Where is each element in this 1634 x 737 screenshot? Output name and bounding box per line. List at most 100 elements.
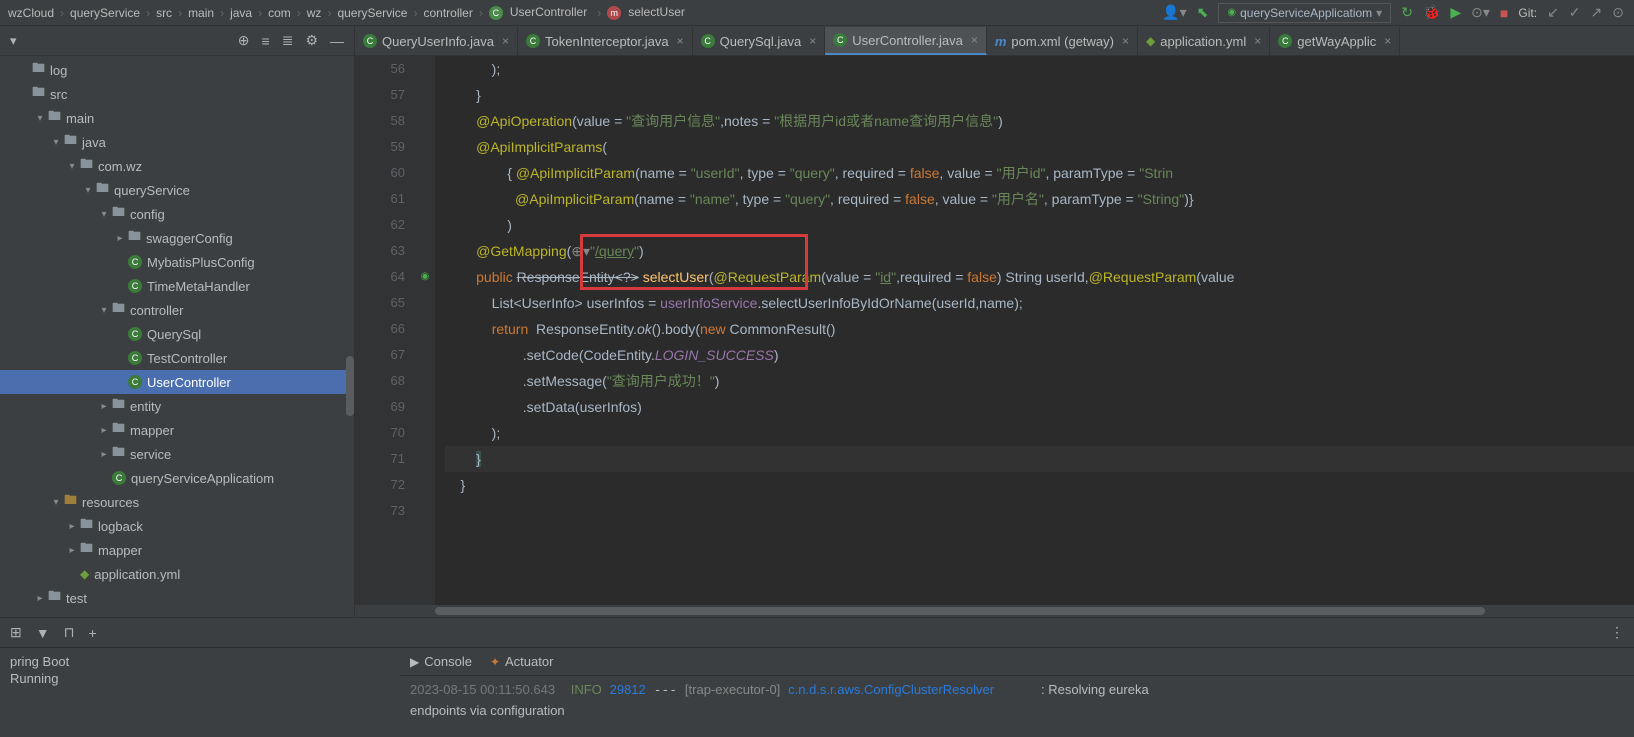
breadcrumb-item[interactable]: mselectUser [603,5,693,20]
close-icon[interactable]: × [1384,34,1391,48]
tree-item-controller[interactable]: ▾🖿controller [0,298,354,322]
console-tab[interactable]: ▶Console [410,654,472,669]
breadcrumb-item[interactable]: com [264,6,295,20]
tree-item-config[interactable]: ▾🖿config [0,202,354,226]
tree-item-application-yml[interactable]: ◆application.yml [0,562,354,586]
debug-button[interactable]: 🐞 [1423,4,1440,21]
tree-item-mybatisplusconfig[interactable]: CMybatisPlusConfig [0,250,354,274]
profile-button[interactable]: ⊙▾ [1471,4,1490,21]
tree-arrow[interactable]: ▸ [96,449,112,460]
project-dropdown[interactable]: ▾ [10,33,17,49]
tree-item-usercontroller[interactable]: CUserController [0,370,354,394]
actuator-tab[interactable]: ✦Actuator [490,654,553,669]
git-update-icon[interactable]: ↙ [1547,4,1559,21]
tree-item-service[interactable]: ▸🖿service [0,442,354,466]
tree-item-swaggerconfig[interactable]: ▸🖿swaggerConfig [0,226,354,250]
add-icon[interactable]: + [89,625,97,641]
git-commit-icon[interactable]: ✓ [1569,4,1581,21]
tab-application-yml[interactable]: ◆application.yml× [1138,27,1270,55]
tab-querysql-java[interactable]: CQuerySql.java× [693,27,826,55]
breadcrumb-item[interactable]: wz [303,6,326,20]
close-icon[interactable]: × [1122,34,1129,48]
stop-button[interactable]: ■ [1500,5,1508,21]
tree-item-querysql[interactable]: CQuerySql [0,322,354,346]
close-icon[interactable]: × [971,33,978,47]
breadcrumb-item[interactable]: queryService [333,6,411,20]
collapse-icon[interactable]: ≣ [282,32,294,49]
user-icon[interactable]: 👤▾ [1162,4,1186,21]
tree-arrow[interactable]: ▾ [96,209,112,220]
breadcrumb-item[interactable]: CUserController [485,5,595,20]
tree-arrow[interactable]: ▸ [96,401,112,412]
breadcrumb[interactable]: wzCloud› queryService› src› main› java› … [0,5,693,20]
git-push-icon[interactable]: ↗ [1591,4,1603,21]
hammer-icon[interactable]: ⬉ [1197,4,1209,21]
tree-item-queryserviceapplicatiom[interactable]: CqueryServiceApplicatiom [0,466,354,490]
breadcrumb-item[interactable]: controller [419,6,476,20]
tree-item-java[interactable]: ▾🖿java [0,130,354,154]
filter-icon[interactable]: ▼ [36,625,50,641]
tree-item-resources[interactable]: ▾🖿resources [0,490,354,514]
tree-item-src[interactable]: 🖿src [0,82,354,106]
project-tree[interactable]: 🖿log🖿src▾🖿main▾🖿java▾🖿com.wz▾🖿queryServi… [0,56,354,617]
code-editor[interactable]: 565758596061626364656667686970717273 ◉ )… [355,56,1634,605]
close-icon[interactable]: × [1254,34,1261,48]
services-panel[interactable]: pring Boot Running [0,648,400,737]
tree-arrow[interactable]: ▾ [96,305,112,316]
breadcrumb-item[interactable]: main [184,6,218,20]
tree-item-logback[interactable]: ▸🖿logback [0,514,354,538]
expand-icon[interactable]: ≡ [262,33,270,49]
run-button[interactable]: ↻ [1401,4,1413,21]
tree-arrow[interactable]: ▾ [48,137,64,148]
code-content[interactable]: ); } @ApiOperation(value = "查询用户信息",note… [435,56,1634,605]
tree-arrow[interactable]: ▾ [80,185,96,196]
git-history-icon[interactable]: ⊙ [1612,4,1624,21]
tree-arrow[interactable]: ▸ [96,425,112,436]
tree-item-queryservice[interactable]: ▾🖿queryService [0,178,354,202]
tab-queryuserinfo-java[interactable]: CQueryUserInfo.java× [355,27,518,55]
close-icon[interactable]: × [502,34,509,48]
tree-label: swaggerConfig [146,231,233,246]
breadcrumb-item[interactable]: src [152,6,176,20]
tree-arrow[interactable]: ▸ [112,233,128,244]
tree-label: MybatisPlusConfig [147,255,255,270]
tree-item-log[interactable]: 🖿log [0,58,354,82]
console-output[interactable]: 2023-08-15 00:11:50.643 INFO 29812 --- [… [400,676,1634,726]
layout-icon[interactable]: ⊞ [10,624,22,641]
tree-arrow[interactable]: ▾ [48,497,64,508]
tab-getwayapplic[interactable]: CgetWayApplic× [1270,27,1400,55]
close-icon[interactable]: × [809,34,816,48]
run-config-dropdown[interactable]: ◉ queryServiceApplicatiom ▾ [1218,3,1391,23]
breadcrumb-item[interactable]: queryService [66,6,144,20]
select-opened-icon[interactable]: ⊕ [238,32,250,49]
tree-item-mapper[interactable]: ▸🖿mapper [0,418,354,442]
tree-arrow[interactable]: ▾ [64,161,80,172]
settings-icon[interactable]: ⚙ [305,32,318,49]
tree-scrollbar[interactable] [346,356,354,416]
tree-arrow[interactable]: ▾ [32,113,48,124]
hide-icon[interactable]: — [330,33,344,49]
class-icon: C [701,34,715,48]
tab-pom-xml-getway-[interactable]: mpom.xml (getway)× [987,27,1138,55]
breadcrumb-item[interactable]: wzCloud [4,6,58,20]
tree-item-entity[interactable]: ▸🖿entity [0,394,354,418]
tree-item-timemetahandler[interactable]: CTimeMetaHandler [0,274,354,298]
tree-arrow[interactable]: ▸ [32,593,48,604]
tree-arrow[interactable]: ▸ [64,545,80,556]
tree-item-mapper[interactable]: ▸🖿mapper [0,538,354,562]
gutter-run-icon[interactable]: ◉ [421,271,430,282]
tab-usercontroller-java[interactable]: CUserController.java× [825,27,987,55]
breadcrumb-item[interactable]: java [226,6,256,20]
tree-item-testcontroller[interactable]: CTestController [0,346,354,370]
tree-arrow[interactable]: ▸ [64,521,80,532]
coverage-button[interactable]: ▶ [1450,4,1461,21]
editor-scrollbar-h[interactable] [355,605,1634,617]
tree-item-test[interactable]: ▸🖿test [0,586,354,610]
tab-tokeninterceptor-java[interactable]: CTokenInterceptor.java× [518,27,693,55]
bookmark-icon[interactable]: ⊓ [64,624,75,641]
spring-boot-label: pring Boot [10,654,390,669]
more-icon[interactable]: ⋮ [1610,624,1624,641]
tree-item-com-wz[interactable]: ▾🖿com.wz [0,154,354,178]
tree-item-main[interactable]: ▾🖿main [0,106,354,130]
close-icon[interactable]: × [677,34,684,48]
